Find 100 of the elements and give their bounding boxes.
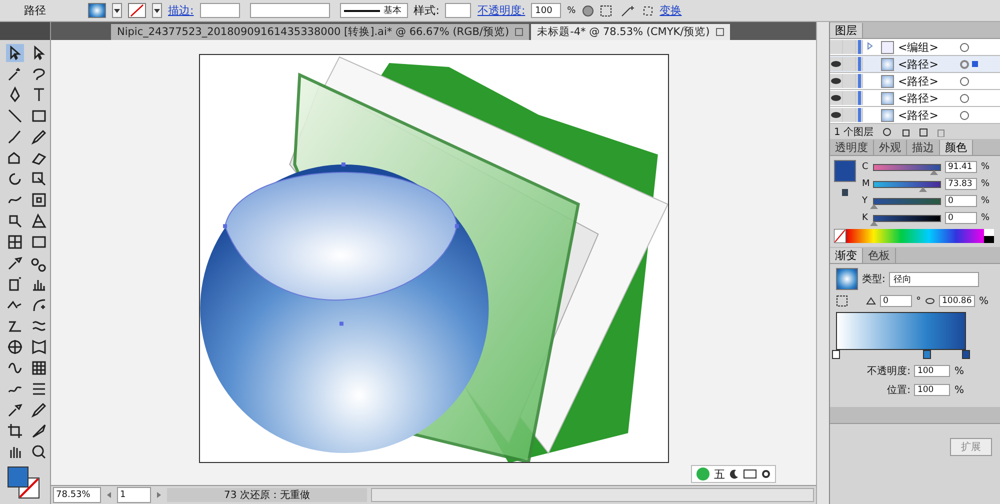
percent-unit: % [954, 384, 964, 396]
layer-name: <编组> [898, 40, 940, 54]
line-icon[interactable] [6, 107, 24, 125]
mesh-icon[interactable] [6, 233, 24, 251]
expand-icon[interactable] [867, 42, 873, 50]
document-tab[interactable]: Nipic_24377523_20180909161435338000 [转换].ai* @ 66.67% (RGB/预览) [111, 24, 530, 40]
layer-thumbnail [881, 92, 894, 104]
gradient-type-dropdown[interactable]: 径向 [889, 272, 980, 286]
opacity-label: 不透明度: [867, 364, 910, 378]
envelope-icon[interactable] [30, 338, 48, 356]
aspect-ratio-field[interactable]: 100.86 [939, 295, 975, 307]
percent-unit: % [979, 296, 989, 306]
zoom-icon[interactable] [30, 443, 48, 461]
degree-unit: ° [916, 296, 921, 306]
pencil-icon[interactable] [30, 128, 48, 146]
layer-thumbnail [881, 74, 894, 88]
crop-icon[interactable] [6, 422, 24, 440]
color-spectrum-bar[interactable] [834, 229, 994, 243]
channel-value-field[interactable]: 91.41 [945, 161, 977, 173]
locate-object-icon[interactable] [882, 126, 892, 136]
moon-icon[interactable] [729, 469, 739, 479]
channel-value-field[interactable]: 73.83 [945, 178, 977, 190]
channel-value-field[interactable]: 0 [945, 195, 977, 207]
recolor-icon[interactable] [582, 4, 594, 16]
crosshair-icon[interactable] [6, 338, 24, 356]
first-page-icon[interactable] [105, 491, 113, 499]
channel-label: Y [862, 196, 868, 206]
layer-row[interactable]: <路径> [830, 56, 1000, 73]
history-status: 73 次还原：无重做 [167, 488, 367, 502]
close-icon[interactable] [515, 28, 524, 36]
stroke-none-swatch[interactable] [128, 3, 146, 18]
style-label: 样式: [414, 3, 440, 18]
channel-label: K [862, 213, 869, 223]
free-transform-icon[interactable] [30, 191, 48, 209]
stroke-weight-field[interactable] [200, 3, 240, 18]
magic-wand-icon[interactable] [620, 4, 636, 16]
layer-row[interactable]: <路径> [830, 107, 1000, 124]
eye-icon[interactable] [831, 78, 841, 84]
layer-thumbnail [881, 108, 894, 122]
fill-stroke-swatches-icon[interactable] [6, 465, 42, 501]
eye-icon[interactable] [831, 61, 841, 67]
layer-thumbnail [881, 40, 894, 54]
transform-link[interactable]: 变换 [660, 3, 682, 18]
panel-tab[interactable]: 图层 [830, 23, 863, 38]
stop-location-field[interactable]: 100 [914, 384, 950, 396]
panel-tab[interactable]: 外观 [874, 140, 907, 155]
fill-color-swatch[interactable] [834, 160, 856, 182]
new-sublayer-icon[interactable] [900, 126, 910, 136]
stroke-dropdown[interactable] [152, 3, 162, 18]
eye-icon[interactable] [831, 112, 841, 118]
vertical-scrollbar[interactable] [816, 22, 829, 504]
ime-logo-icon[interactable] [696, 467, 710, 481]
new-layer-icon[interactable] [918, 126, 928, 136]
gradient-stop[interactable] [832, 350, 840, 359]
panel-tab[interactable]: 色板 [863, 248, 896, 263]
channel-label: C [862, 162, 869, 172]
slider-thumb[interactable] [930, 170, 938, 174]
ime-mode[interactable]: 五 [714, 466, 725, 482]
artboard-field[interactable]: 1 [117, 487, 151, 503]
close-icon[interactable] [716, 28, 724, 36]
gradient-swatch[interactable] [836, 268, 858, 290]
percent-unit: % [981, 196, 990, 206]
stop-opacity-field[interactable]: 100 [914, 365, 950, 377]
eye-icon[interactable] [831, 95, 841, 101]
fill-swatch[interactable] [88, 3, 106, 18]
stroke-profile-field[interactable]: 基本 [340, 3, 408, 18]
style-dropdown[interactable] [445, 3, 472, 18]
opacity-field[interactable]: 100 [531, 3, 562, 18]
location-label: 位置: [887, 384, 910, 397]
layer-row[interactable]: <路径> [830, 90, 1000, 107]
document-tab[interactable]: 未标题-4* @ 78.53% (CMYK/预览) [531, 24, 730, 40]
stroke-link[interactable]: 描边: [168, 3, 194, 18]
percent-unit: % [981, 179, 990, 189]
opacity-unit: % [567, 6, 576, 16]
panel-tab[interactable]: 渐变 [830, 248, 863, 263]
layer-name: <路径> [898, 74, 940, 88]
fill-dropdown[interactable] [112, 3, 122, 18]
slider-thumb[interactable] [870, 204, 878, 208]
angle-field[interactable]: 0 [880, 295, 912, 307]
opacity-link[interactable]: 不透明度: [477, 3, 526, 18]
panel-tab[interactable]: 透明度 [830, 140, 874, 155]
knife-icon[interactable] [30, 422, 48, 440]
layer-row[interactable]: <路径> [830, 73, 1000, 90]
panel-tab[interactable]: 颜色 [940, 140, 973, 155]
grid-icon[interactable] [30, 359, 48, 377]
layer-name: <路径> [898, 108, 940, 122]
layer-name: <路径> [898, 56, 940, 72]
zoom-field[interactable]: 78.53% [53, 487, 101, 503]
last-page-icon[interactable] [155, 491, 163, 499]
horizontal-scrollbar[interactable] [371, 488, 814, 502]
keyboard-icon[interactable] [743, 469, 757, 479]
caret-icon [154, 8, 160, 12]
channel-label: M [862, 179, 869, 189]
layer-row[interactable]: <编组> [830, 39, 1000, 56]
percent-unit: % [981, 162, 990, 172]
aspect-ratio-icon [925, 296, 935, 306]
gradient-slider-bar[interactable] [836, 312, 966, 350]
variable-width-field[interactable] [250, 3, 330, 18]
channel-value-field[interactable]: 0 [945, 212, 977, 224]
slider-thumb[interactable] [918, 186, 927, 192]
